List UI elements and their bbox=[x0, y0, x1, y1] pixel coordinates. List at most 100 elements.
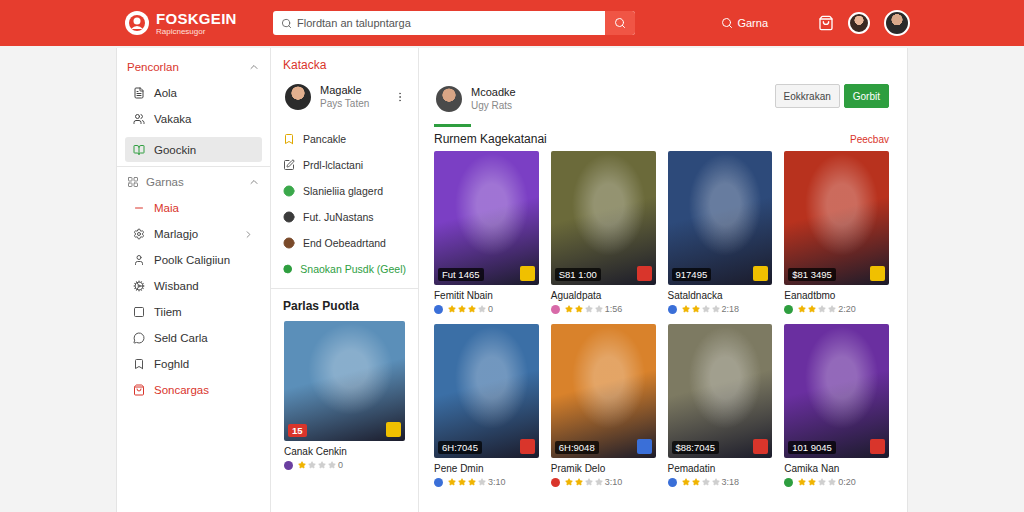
more-icon[interactable] bbox=[394, 91, 406, 103]
sidebar-item[interactable]: Wisband bbox=[117, 273, 270, 299]
header-link[interactable]: Garna bbox=[721, 17, 768, 29]
game-card[interactable]: $81 3495Eanadtbmo2:20 bbox=[784, 151, 889, 314]
star-icon bbox=[682, 478, 690, 486]
star-icon bbox=[818, 305, 826, 313]
game-title: Agualdpata bbox=[551, 290, 656, 301]
star-icon bbox=[798, 305, 806, 313]
item-icon bbox=[133, 332, 145, 344]
badge bbox=[386, 422, 401, 437]
menu-list: PancaklePrdl-lclactaniSlanieliia glagerd… bbox=[271, 126, 418, 289]
price-tag: S81 1:00 bbox=[555, 268, 601, 281]
game-title: Pene Dmin bbox=[434, 463, 539, 474]
game-card[interactable]: S81 1:00Agualdpata1:56 bbox=[551, 151, 656, 314]
menu-item[interactable]: Slanieliia glagerd bbox=[283, 178, 406, 204]
badge bbox=[753, 439, 768, 454]
sidebar-item[interactable]: Aola bbox=[117, 80, 270, 106]
menu-item[interactable]: Snaokan Pusdk (Geel) bbox=[283, 256, 406, 282]
rating: 3:18 bbox=[668, 477, 773, 487]
star-icon bbox=[702, 305, 710, 313]
profile[interactable]: MagaklePays Taten bbox=[271, 74, 418, 112]
game-card[interactable]: 6H:7045 Pene Dmin 3:10 bbox=[434, 324, 539, 487]
item-icon bbox=[133, 358, 145, 370]
star-icon bbox=[468, 305, 476, 313]
star-icon bbox=[458, 305, 466, 313]
rating: 0 bbox=[284, 460, 405, 470]
item-icon bbox=[133, 254, 145, 266]
game-title: Eanadtbmo bbox=[784, 290, 889, 301]
user-avatar[interactable] bbox=[848, 12, 870, 34]
sidebar-item[interactable]: Maia bbox=[117, 195, 270, 221]
badge bbox=[870, 439, 885, 454]
content: McoadkeUgy Rats EokkrakanGorbit Rurnem Kag… bbox=[419, 48, 907, 512]
game-card[interactable]: $88:7045Pemadatin3:18 bbox=[668, 324, 773, 487]
sidebar-item[interactable]: Poolk Caligiiun bbox=[117, 247, 270, 273]
profile-avatar bbox=[434, 84, 464, 114]
sidebar-section: GarnasMaiaMarlagjoPoolk CaligiiunWisband… bbox=[117, 166, 270, 403]
star-icon bbox=[478, 478, 486, 486]
action-button[interactable]: Gorbit bbox=[844, 84, 889, 108]
sidebar-item[interactable]: Foghld bbox=[117, 351, 270, 377]
star-icon bbox=[328, 461, 336, 469]
price-tag: 6H:7045 bbox=[438, 441, 482, 454]
star-icon bbox=[712, 305, 720, 313]
user-dot bbox=[434, 305, 443, 314]
sidebar-item[interactable]: Soncargas bbox=[117, 377, 270, 403]
search-icon bbox=[281, 18, 292, 29]
item-icon bbox=[133, 113, 145, 125]
item-icon bbox=[133, 384, 145, 396]
user-dot bbox=[434, 478, 443, 487]
logo[interactable]: FOSKGEINRapicnesugor bbox=[124, 10, 273, 36]
game-cover: 6H:9048 bbox=[551, 324, 656, 458]
star-icon bbox=[585, 478, 593, 486]
menu-item[interactable]: End Oebeadrtand bbox=[283, 230, 406, 256]
star-icon bbox=[458, 478, 466, 486]
sidebar-item[interactable]: Tiiem bbox=[117, 299, 270, 325]
sidebar-item[interactable]: Marlagjo bbox=[117, 221, 270, 247]
sidebar-item[interactable]: Seld Carla bbox=[117, 325, 270, 351]
search-box: Flordtan an talupntarga bbox=[273, 11, 635, 35]
sidebar-item[interactable]: Goockin bbox=[125, 137, 262, 162]
action-button[interactable]: Eokkrakan bbox=[775, 84, 840, 108]
section-header[interactable]: Garnas bbox=[117, 169, 270, 195]
see-all-link[interactable]: Peecbav bbox=[850, 134, 889, 145]
game-card[interactable]: 15Canak Cenkin0 bbox=[271, 321, 418, 470]
item-icon bbox=[133, 306, 145, 318]
sidebar-item[interactable]: Vakaka bbox=[117, 106, 270, 132]
star-icon bbox=[808, 478, 816, 486]
grid-icon bbox=[127, 176, 139, 188]
user-dot bbox=[784, 305, 793, 314]
game-card[interactable]: 101 9045Camika Nan0:20 bbox=[784, 324, 889, 487]
star-icon bbox=[808, 305, 816, 313]
item-icon bbox=[133, 280, 145, 292]
profile[interactable]: McoadkeUgy Rats bbox=[434, 84, 516, 114]
star-icon bbox=[702, 478, 710, 486]
menu-item[interactable]: Prdl-lclactani bbox=[283, 152, 406, 178]
star-icon bbox=[712, 478, 720, 486]
price-tag: Fut 1465 bbox=[438, 268, 484, 281]
item-icon bbox=[283, 133, 295, 145]
item-icon bbox=[133, 202, 145, 214]
game-card[interactable]: 917495Sataldnacka2:18 bbox=[668, 151, 773, 314]
item-icon bbox=[283, 237, 295, 249]
menu-item[interactable]: Pancakle bbox=[283, 126, 406, 152]
user-dot bbox=[784, 478, 793, 487]
price-tag: 917495 bbox=[672, 268, 712, 281]
price-tag: $81 3495 bbox=[788, 268, 836, 281]
star-icon bbox=[692, 478, 700, 486]
user-avatar[interactable] bbox=[884, 10, 910, 36]
badge bbox=[753, 266, 768, 281]
section-title: Rurnem Kagekatanai bbox=[434, 132, 547, 146]
search-button[interactable] bbox=[605, 11, 635, 35]
game-card[interactable]: 6H:9048Pramik Delo3:10 bbox=[551, 324, 656, 487]
star-icon bbox=[575, 305, 583, 313]
logo-icon bbox=[124, 10, 150, 36]
rating: 0:20 bbox=[784, 477, 889, 487]
menu-item[interactable]: Fut. JuNastans bbox=[283, 204, 406, 230]
badge bbox=[637, 266, 652, 281]
rating: 3:10 bbox=[434, 477, 539, 487]
section-header[interactable]: Pencorlan bbox=[117, 54, 270, 80]
cart-icon[interactable] bbox=[818, 15, 834, 31]
game-card[interactable]: Fut 1465Femitit Nbain0 bbox=[434, 151, 539, 314]
badge bbox=[870, 266, 885, 281]
search-input[interactable]: Flordtan an talupntarga bbox=[273, 11, 605, 35]
